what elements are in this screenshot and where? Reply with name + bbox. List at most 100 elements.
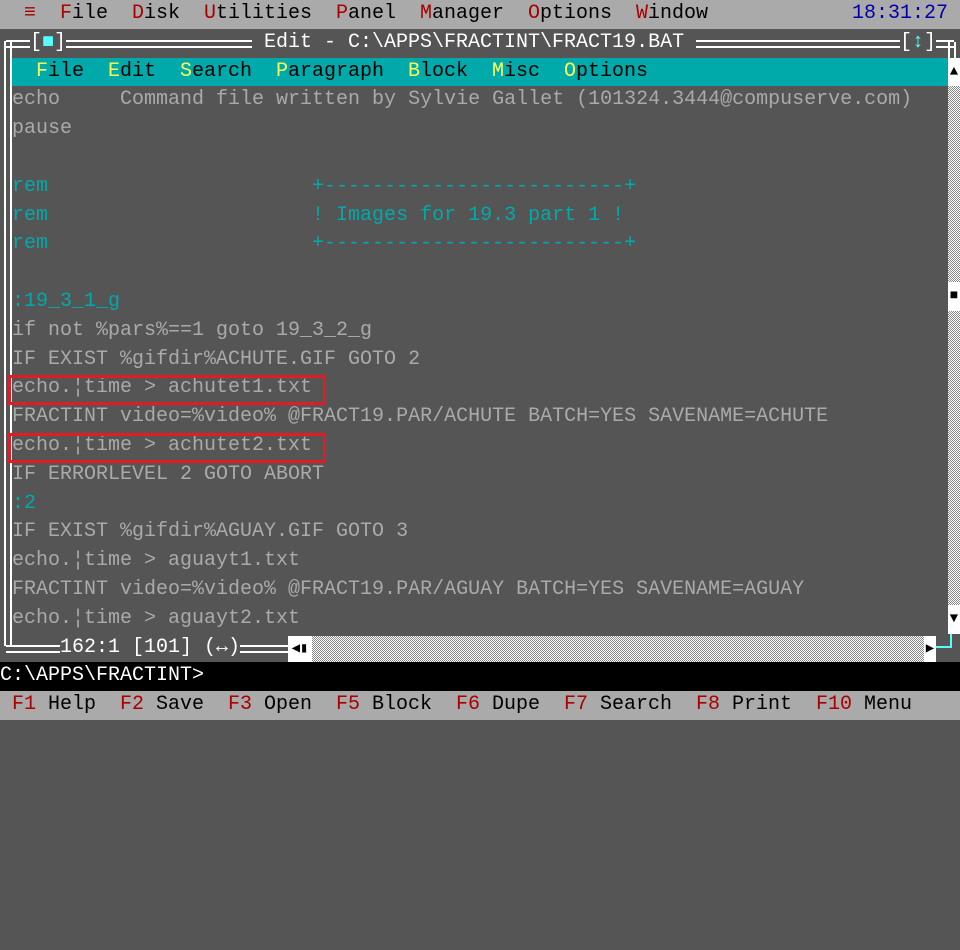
key: F7 [564, 693, 589, 717]
frame-line [240, 644, 288, 653]
text-line[interactable]: if not %pars%==1 goto 19_3_2_g [12, 317, 948, 346]
top-menu-utilities[interactable]: Utilities [204, 0, 312, 29]
text-line[interactable]: IF EXIST %gifdir%ACHUTE.GIF GOTO 2 [12, 346, 948, 375]
frame-line [948, 41, 956, 58]
top-menu-panel[interactable]: Panel [336, 0, 396, 29]
menu-misc[interactable]: Misc [492, 58, 540, 87]
label: ptions [576, 59, 649, 83]
frame-line [6, 644, 60, 653]
vertical-scrollbar[interactable]: ▲ ■ ▼ [948, 57, 960, 634]
hotkey: E [108, 59, 121, 83]
frame-line [950, 633, 952, 648]
scroll-thumb[interactable]: ■ [948, 282, 960, 312]
hotkey: B [408, 59, 421, 83]
editor-status-bar: 162:1 [101] (↔) ◀▮ ▶ [0, 631, 960, 663]
text-line[interactable]: FRACTINT video=%video% @FRACT19.PAR/ACHU… [12, 403, 948, 432]
text-line[interactable]: echo.¦time > aguayt2.txt [12, 605, 948, 634]
key: F3 [228, 693, 253, 717]
text-line[interactable]: FRACTINT video=%video% @FRACT19.PAR/AGUA… [12, 576, 948, 605]
highlight-box [8, 375, 326, 406]
menu-search[interactable]: Search [180, 58, 252, 87]
fkey-dupe[interactable]: F6 Dupe [456, 691, 540, 720]
hotkey: M [492, 59, 505, 83]
text-line[interactable]: echo Command file written by Sylvie Gall… [12, 86, 948, 115]
key: F10 [816, 693, 853, 717]
menu-file[interactable]: File [36, 58, 84, 87]
key: F5 [336, 693, 361, 717]
hotkey: O [528, 2, 541, 25]
menu-block[interactable]: Block [408, 58, 468, 87]
close-button[interactable]: [■] [30, 29, 66, 58]
horizontal-scrollbar[interactable]: ◀▮ ▶ [288, 635, 936, 662]
menu-options[interactable]: Options [564, 58, 648, 87]
hotkey: P [276, 59, 289, 83]
key: F6 [456, 693, 481, 717]
hotkey: P [336, 2, 349, 25]
hotkey: W [636, 2, 649, 25]
hotkey: S [180, 59, 193, 83]
editor-title-bar: [■] Edit - C:\APPS\FRACTINT\FRACT19.BAT … [0, 28, 960, 58]
label: Search [600, 693, 673, 717]
top-menu-manager[interactable]: Manager [420, 0, 504, 29]
frame-left-border [4, 41, 12, 646]
label: Help [48, 693, 97, 717]
scroll-up-arrow-icon[interactable]: ▲ [948, 57, 960, 87]
menu-edit[interactable]: Edit [108, 58, 156, 87]
scroll-down-arrow-icon[interactable]: ▼ [948, 604, 960, 634]
top-menu-window[interactable]: Window [636, 0, 708, 29]
text-line[interactable]: rem ! Images for 19.3 part 1 ! [12, 202, 948, 231]
top-menu-disk[interactable]: Disk [132, 0, 180, 29]
key: F1 [12, 693, 37, 717]
label: Dupe [492, 693, 541, 717]
function-key-bar: F1 Help F2 Save F3 Open F5 Block F6 Dupe… [0, 691, 960, 720]
hotkey: F [60, 2, 73, 25]
label: Block [372, 693, 433, 717]
system-menu-icon[interactable]: ≡ [24, 0, 36, 29]
fkey-block[interactable]: F5 Block [336, 691, 432, 720]
top-menu-bar: ≡ File Disk Utilities Panel Manager Opti… [0, 0, 960, 29]
text-line[interactable]: :2 [12, 490, 948, 519]
key: F8 [696, 693, 721, 717]
cursor-position: 162:1 [101] (↔) [60, 635, 241, 659]
hotkey: U [204, 2, 217, 25]
resize-button[interactable]: [↕] [900, 29, 936, 58]
hotkey: F [36, 59, 49, 83]
text-line[interactable] [12, 259, 948, 288]
text-line[interactable]: pause [12, 115, 948, 144]
hotkey: D [132, 2, 145, 25]
scroll-left-thumb-icon[interactable]: ◀▮ [288, 635, 312, 662]
hotkey: O [564, 59, 577, 83]
fkey-help[interactable]: F1 Help [12, 691, 96, 720]
text-line[interactable] [12, 144, 948, 173]
key: F2 [120, 693, 145, 717]
command-prompt[interactable]: C:\APPS\FRACTINT> [0, 662, 960, 692]
label: anel [348, 2, 397, 25]
frame-line [696, 39, 900, 48]
clock: 18:31:27 [851, 2, 948, 25]
window-title: Edit - C:\APPS\FRACTINT\FRACT19.BAT [252, 30, 697, 54]
label: anager [432, 2, 505, 25]
text-line[interactable]: :19_3_1_g [12, 288, 948, 317]
hotkey: M [420, 2, 433, 25]
top-menu-file[interactable]: File [60, 0, 108, 29]
highlight-box [8, 433, 326, 463]
label: tilities [216, 2, 313, 25]
scroll-right-arrow-icon[interactable]: ▶ [924, 635, 936, 662]
top-menu-options[interactable]: Options [528, 0, 612, 29]
frame-line [4, 631, 12, 646]
fkey-menu[interactable]: F10 Menu [816, 691, 912, 720]
fkey-open[interactable]: F3 Open [228, 691, 312, 720]
text-line[interactable]: IF EXIST %gifdir%AGUAY.GIF GOTO 3 [12, 518, 948, 547]
label: indow [648, 2, 709, 25]
menu-paragraph[interactable]: Paragraph [276, 58, 384, 87]
text-line[interactable]: echo.¦time > aguayt1.txt [12, 547, 948, 576]
text-line[interactable]: IF ERRORLEVEL 2 GOTO ABORT [12, 461, 948, 490]
text-line[interactable]: rem +-------------------------+ [12, 230, 948, 259]
label: earch [192, 59, 253, 83]
label: isk [144, 2, 181, 25]
fkey-search[interactable]: F7 Search [564, 691, 672, 720]
fkey-save[interactable]: F2 Save [120, 691, 204, 720]
fkey-print[interactable]: F8 Print [696, 691, 792, 720]
label: dit [120, 59, 157, 83]
text-line[interactable]: rem +-------------------------+ [12, 173, 948, 202]
